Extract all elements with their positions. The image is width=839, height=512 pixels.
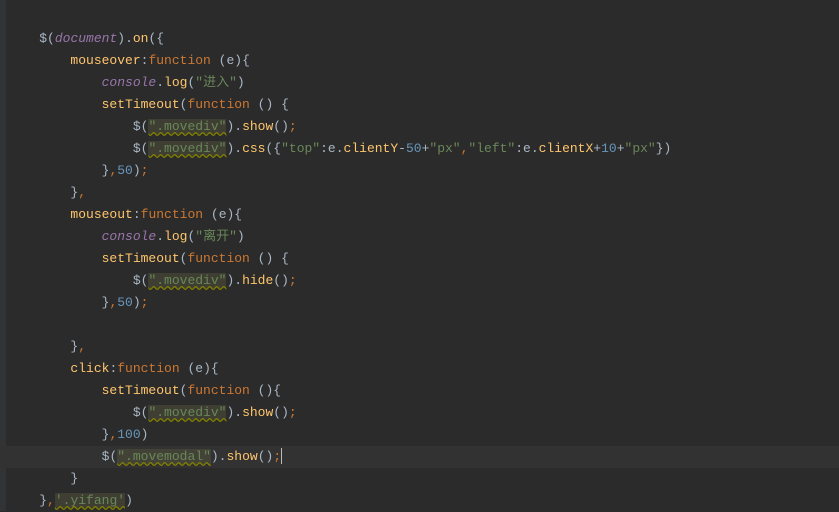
string-literal: ".movemodal" (117, 449, 211, 464)
call-setTimeout: setTimeout (102, 383, 180, 398)
keyword-function: function (187, 251, 249, 266)
parameter-e: e (219, 207, 227, 222)
code-line[interactable]: $(document).on({ (8, 28, 839, 50)
method-show: show (242, 119, 273, 134)
code-line[interactable] (8, 6, 839, 28)
code-line[interactable]: },50); (8, 160, 839, 182)
method-show: show (242, 405, 273, 420)
property-clientY: clientY (344, 141, 399, 156)
method-css: css (242, 141, 265, 156)
keyword-function: function (117, 361, 179, 376)
code-line[interactable]: $(".movediv").css({"top":e.clientY-50+"p… (8, 138, 839, 160)
keyword-function: function (148, 53, 210, 68)
keyword-function: function (187, 97, 249, 112)
number-literal: 10 (601, 141, 617, 156)
string-literal: "left" (468, 141, 515, 156)
code-line[interactable]: console.log("进入") (8, 72, 839, 94)
code-line[interactable]: setTimeout(function () { (8, 248, 839, 270)
code-line-current[interactable]: $(".movemodal").show(); (0, 446, 839, 468)
method-log: log (164, 229, 187, 244)
string-literal: "进入" (195, 75, 237, 90)
code-line[interactable]: }, (8, 336, 839, 358)
identifier-console: console (102, 229, 157, 244)
property-mouseover: mouseover (70, 53, 140, 68)
property-mouseout: mouseout (70, 207, 132, 222)
code-line[interactable]: }, (8, 182, 839, 204)
text-cursor (281, 448, 282, 464)
string-literal: '.yifang' (55, 493, 125, 508)
string-literal: "px" (625, 141, 656, 156)
method-on: on (133, 31, 149, 46)
string-literal: ".movediv" (148, 273, 226, 288)
string-literal: ".movediv" (148, 405, 226, 420)
identifier-e: e (328, 141, 336, 156)
keyword-function: function (141, 207, 203, 222)
string-literal: "px" (429, 141, 460, 156)
code-line[interactable]: },'.yifang') (8, 490, 839, 512)
code-line[interactable]: setTimeout(function () { (8, 94, 839, 116)
code-line[interactable]: } (8, 468, 839, 490)
code-line[interactable]: $(".movediv").show(); (8, 116, 839, 138)
call-setTimeout: setTimeout (102, 251, 180, 266)
call-setTimeout: setTimeout (102, 97, 180, 112)
code-line[interactable]: console.log("离开") (8, 226, 839, 248)
code-line[interactable]: },50); (8, 292, 839, 314)
identifier-e: e (523, 141, 531, 156)
property-clientX: clientX (539, 141, 594, 156)
code-line[interactable]: $(".movediv").hide(); (8, 270, 839, 292)
editor-gutter (0, 0, 6, 511)
code-line[interactable]: mouseover:function (e){ (8, 50, 839, 72)
method-log: log (164, 75, 187, 90)
string-literal: "top" (281, 141, 320, 156)
jquery-dollar: $ (39, 31, 47, 46)
identifier-document: document (55, 31, 117, 46)
property-click: click (70, 361, 109, 376)
string-literal: "离开" (195, 229, 237, 244)
method-show: show (226, 449, 257, 464)
code-line[interactable]: mouseout:function (e){ (8, 204, 839, 226)
code-line[interactable]: click:function (e){ (8, 358, 839, 380)
code-line[interactable]: $(".movediv").show(); (8, 402, 839, 424)
keyword-function: function (187, 383, 249, 398)
code-line[interactable] (8, 314, 839, 336)
code-line[interactable]: },100) (8, 424, 839, 446)
number-literal: 100 (117, 427, 140, 442)
number-literal: 50 (117, 295, 133, 310)
string-literal: ".movediv" (148, 141, 226, 156)
number-literal: 50 (117, 163, 133, 178)
parameter-e: e (195, 361, 203, 376)
string-literal: ".movediv" (148, 119, 226, 134)
identifier-console: console (102, 75, 157, 90)
method-hide: hide (242, 273, 273, 288)
code-editor[interactable]: $(document).on({ mouseover:function (e){… (0, 0, 839, 512)
code-line[interactable]: setTimeout(function (){ (8, 380, 839, 402)
number-literal: 50 (406, 141, 422, 156)
